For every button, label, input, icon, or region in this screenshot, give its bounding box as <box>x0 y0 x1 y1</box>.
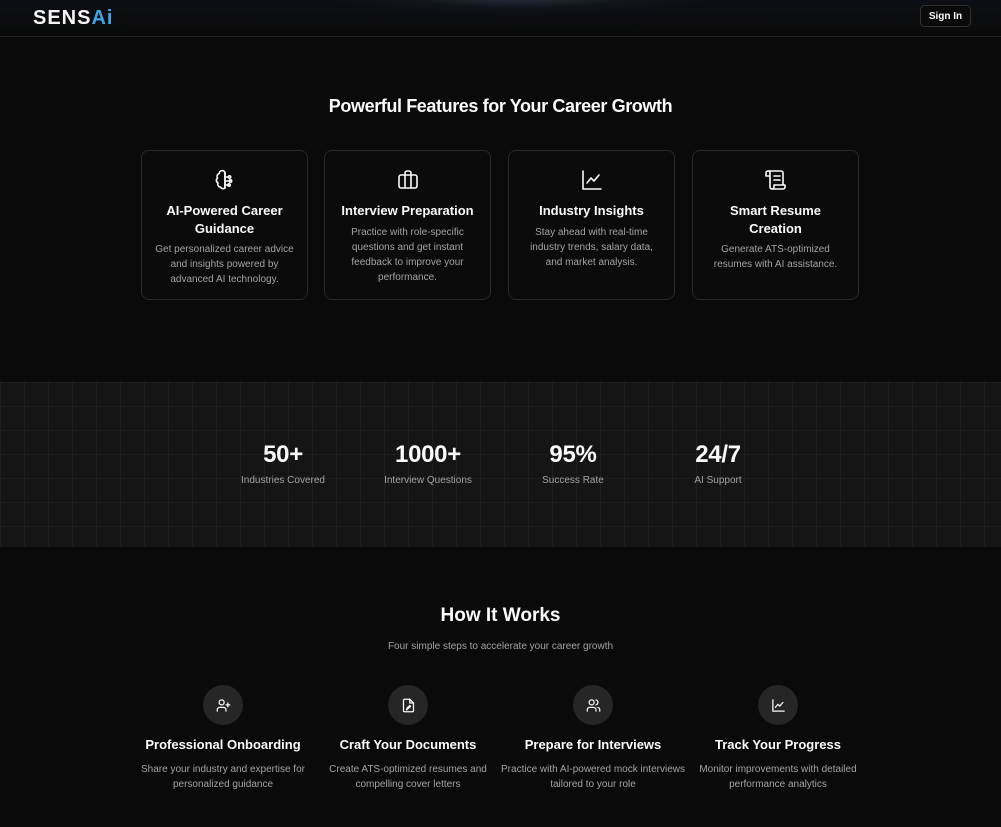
stat-success-rate: 95% Success Rate <box>503 440 643 486</box>
feature-card-career-guidance: AI-Powered Career Guidance Get personali… <box>141 150 308 300</box>
stat-value: 1000+ <box>395 441 461 468</box>
step-description: Practice with AI-powered mock interviews… <box>501 764 685 790</box>
step-title: Professional Onboarding <box>145 737 301 752</box>
user-plus-icon <box>216 698 230 712</box>
file-edit-icon <box>402 698 414 712</box>
feature-title: Interview Preparation <box>341 203 474 218</box>
step-prepare-interviews: Prepare for Interviews Practice with AI-… <box>493 685 693 792</box>
step-icon-circle <box>573 685 613 725</box>
stat-questions: 1000+ Interview Questions <box>358 440 498 486</box>
step-title: Track Your Progress <box>715 737 841 752</box>
header-glow <box>330 0 710 16</box>
users-icon <box>586 698 600 712</box>
step-title: Prepare for Interviews <box>524 737 662 752</box>
stat-industries: 50+ Industries Covered <box>213 440 353 486</box>
feature-description: Practice with role-specific questions an… <box>351 227 464 283</box>
step-description: Create ATS-optimized resumes and compell… <box>329 764 487 790</box>
feature-card-industry-insights: Industry Insights Stay ahead with real-t… <box>508 150 675 300</box>
logo[interactable]: SENSAi <box>33 6 113 30</box>
stats-band <box>0 382 1001 547</box>
feature-description: Stay ahead with real-time industry trend… <box>530 227 653 268</box>
step-icon-circle <box>203 685 243 725</box>
scroll-icon <box>764 168 788 192</box>
step-track-progress: Track Your Progress Monitor improvements… <box>678 685 878 792</box>
stat-ai-support: 24/7 AI Support <box>648 440 788 486</box>
feature-description: Get personalized career advice and insig… <box>155 244 294 285</box>
brain-icon <box>213 168 237 192</box>
line-chart-icon <box>771 698 785 712</box>
logo-accent: Ai <box>91 7 114 29</box>
stat-value: 95% <box>549 441 597 468</box>
step-description: Share your industry and expertise for pe… <box>141 764 305 790</box>
line-chart-icon <box>580 168 604 192</box>
stat-label: Industries Covered <box>241 475 325 486</box>
stat-value: 24/7 <box>695 441 741 468</box>
stat-label: Interview Questions <box>384 475 472 486</box>
feature-card-interview-preparation: Interview Preparation Practice with role… <box>324 150 491 300</box>
step-description: Monitor improvements with detailed perfo… <box>699 764 857 790</box>
features-title: Powerful Features for Your Career Growth <box>328 96 673 116</box>
step-icon-circle <box>758 685 798 725</box>
feature-title: Industry Insights <box>539 203 644 218</box>
how-it-works-title: How It Works <box>440 605 561 626</box>
step-professional-onboarding: Professional Onboarding Share your indus… <box>123 685 323 792</box>
step-icon-circle <box>388 685 428 725</box>
stat-value: 50+ <box>263 441 303 468</box>
site-header: SENSAi Sign In <box>0 0 1001 37</box>
briefcase-icon <box>396 168 420 192</box>
feature-title: Smart Resume Creation <box>729 203 822 236</box>
feature-title: AI-Powered Career Guidance <box>166 203 283 236</box>
logo-main: SENS <box>33 7 92 29</box>
step-craft-documents: Craft Your Documents Create ATS-optimize… <box>308 685 508 792</box>
feature-card-smart-resume: Smart Resume Creation Generate ATS-optim… <box>692 150 859 300</box>
sign-in-button[interactable]: Sign In <box>920 5 971 27</box>
step-title: Craft Your Documents <box>339 737 477 752</box>
how-it-works-subtitle: Four simple steps to accelerate your car… <box>387 641 614 652</box>
stat-label: Success Rate <box>542 475 604 486</box>
stat-label: AI Support <box>694 475 742 486</box>
feature-description: Generate ATS-optimized resumes with AI a… <box>713 244 838 270</box>
